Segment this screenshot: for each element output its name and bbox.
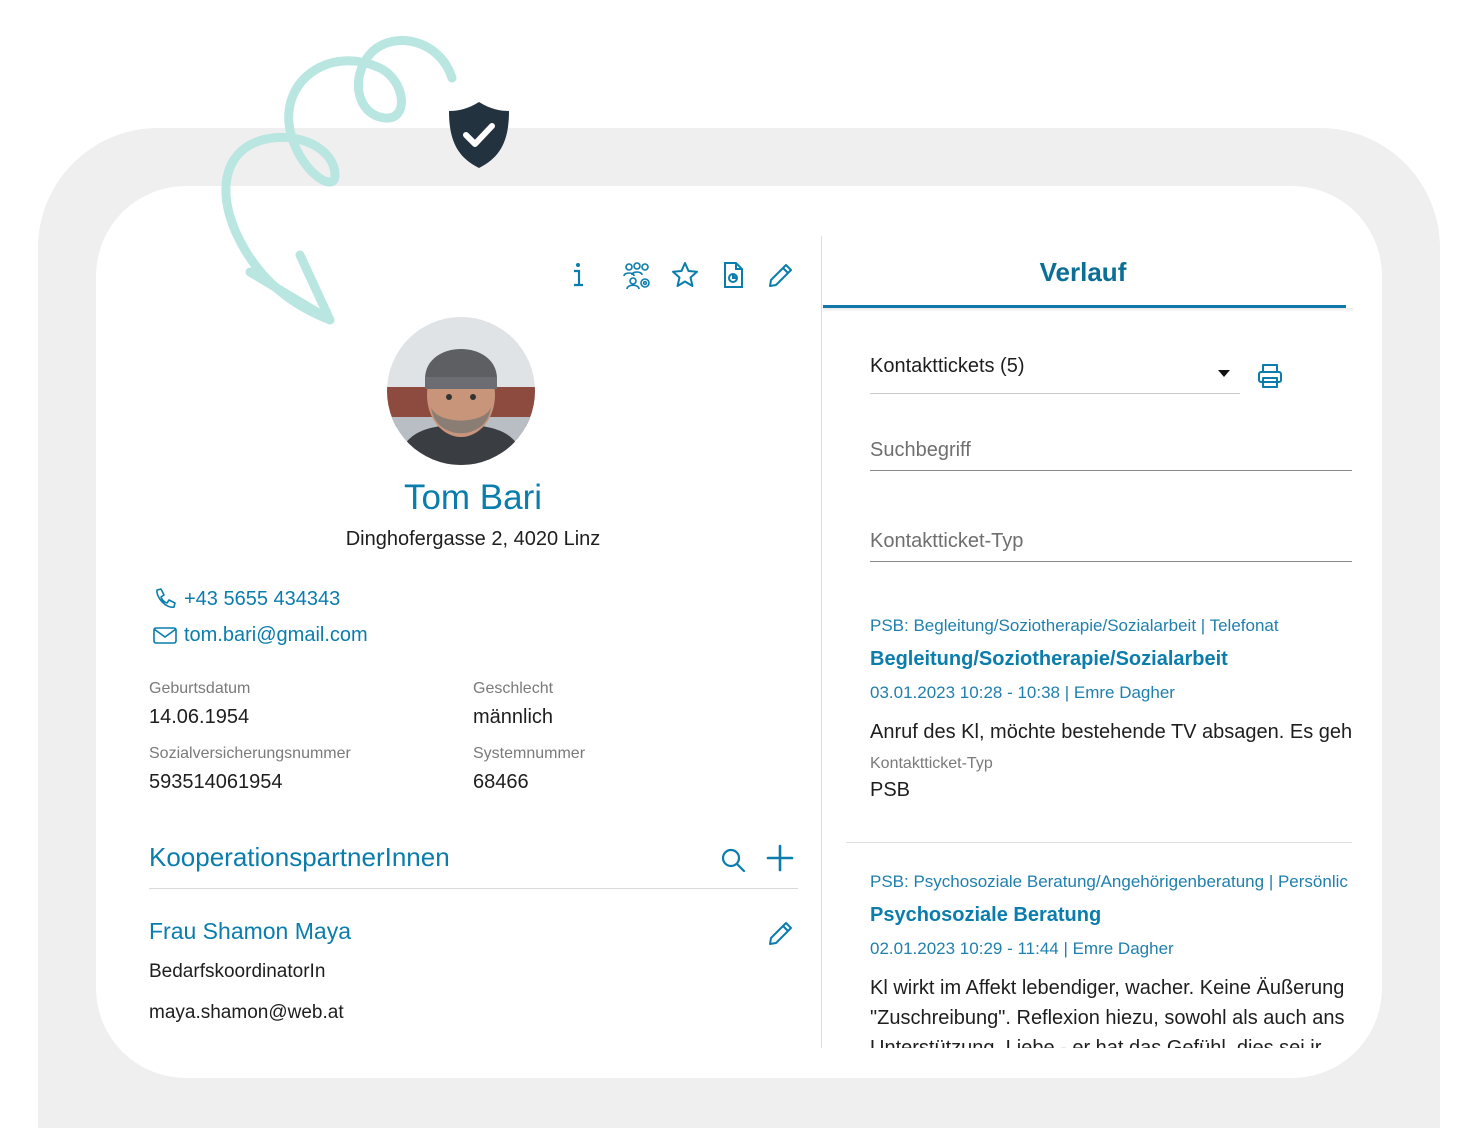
tab-shadow [823, 308, 1353, 312]
entry-type-value: PSB [870, 779, 911, 801]
entry-date: 03.01.2023 10:28 - 10:38 | Emre Dagher [870, 683, 1175, 702]
printer-icon[interactable] [1255, 361, 1285, 391]
entry-text: Anruf des Kl, möchte bestehende TV absag… [870, 721, 1352, 743]
document-icon[interactable] [718, 260, 748, 290]
pencil-icon[interactable] [766, 260, 796, 290]
avatar [387, 317, 535, 465]
partner-name[interactable]: Frau Shamon Maya [149, 918, 351, 945]
sysnum-label: Systemnummer [473, 745, 586, 762]
ssn-value: 593514061954 [149, 771, 283, 793]
entry-date: 02.01.2023 10:29 - 11:44 | Emre Dagher [870, 939, 1174, 958]
birth-label: Geburtsdatum [149, 680, 251, 697]
email-link[interactable]: tom.bari@gmail.com [152, 622, 368, 648]
ticket-type-input[interactable] [870, 530, 1352, 562]
partner-edit-icon[interactable] [766, 918, 796, 948]
entry-divider [846, 842, 1352, 843]
partners-title: KooperationspartnerInnen [149, 842, 450, 872]
group-settings-icon[interactable] [622, 260, 652, 290]
entry-meta: PSB: Begleitung/Soziotherapie/Sozialarbe… [870, 616, 1279, 635]
entry-text: Unterstützung, Liebe - er hat das Gefühl… [870, 1037, 1322, 1048]
phone-text: +43 5655 434343 [184, 587, 341, 610]
entry-type-label: Kontaktticket-Typ [870, 755, 993, 772]
profile-name: Tom Bari [403, 478, 543, 517]
shield-check-icon [449, 102, 509, 168]
mail-icon [153, 627, 177, 644]
panel-divider [821, 236, 822, 1048]
phone-icon [156, 588, 176, 608]
profile-address: Dinghofergasse 2, 4020 Linz [345, 528, 601, 550]
history-entry[interactable]: PSB: Psychosoziale Beratung/Angehörigenb… [870, 872, 1352, 1048]
phone-link[interactable]: +43 5655 434343 [152, 586, 340, 612]
partner-role: BedarfskoordinatorIn [149, 961, 326, 982]
email-text: tom.bari@gmail.com [184, 623, 368, 646]
info-icon[interactable] [564, 260, 594, 290]
entry-meta: PSB: Psychosoziale Beratung/Angehörigenb… [870, 872, 1348, 891]
search-input[interactable] [870, 439, 1352, 471]
history-list: PSB: Begleitung/Soziotherapie/Sozialarbe… [870, 600, 1352, 1048]
gender-label: Geschlecht [473, 680, 554, 697]
ticket-filter-select[interactable]: Kontakttickets (5) [870, 355, 1240, 394]
star-icon[interactable] [670, 260, 700, 290]
section-divider [149, 888, 798, 889]
birth-value: 14.06.1954 [149, 706, 250, 728]
entry-title[interactable]: Begleitung/Soziotherapie/Sozialarbeit [870, 648, 1352, 671]
ssn-label: Sozialversicherungsnummer [149, 745, 351, 762]
select-value: Kontakttickets (5) [870, 355, 1025, 377]
partner-email: maya.shamon@web.at [149, 1002, 344, 1023]
history-entry[interactable]: PSB: Begleitung/Soziotherapie/Sozialarbe… [870, 616, 1352, 802]
chevron-down-icon [1218, 370, 1230, 377]
tab-verlauf[interactable]: Verlauf [1000, 257, 1166, 288]
entry-text: Kl wirkt im Affekt lebendiger, wacher. K… [870, 977, 1345, 999]
sysnum-value: 68466 [473, 771, 529, 793]
entry-title[interactable]: Psychosoziale Beratung [870, 904, 1352, 927]
add-icon[interactable] [765, 843, 795, 873]
entry-text: "Zuschreibung". Reflexion hiezu, sowohl … [870, 1007, 1345, 1029]
gender-value: männlich [473, 706, 554, 728]
search-icon[interactable] [718, 845, 748, 875]
